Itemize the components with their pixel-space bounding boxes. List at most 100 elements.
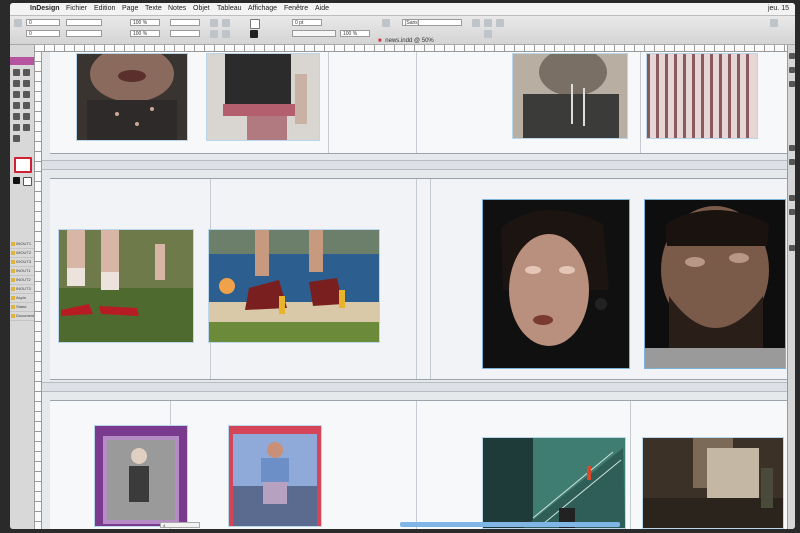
page-number-field[interactable]: 4 (160, 522, 200, 528)
align-right-icon[interactable] (496, 19, 504, 27)
pen-icon[interactable] (13, 80, 20, 87)
opacity-field[interactable]: 100 % (340, 30, 370, 37)
photo-drooling-man[interactable] (512, 53, 628, 139)
fill-swatch-icon[interactable] (250, 19, 260, 29)
menu-aide[interactable]: Aide (315, 3, 329, 15)
photo-striped-shirt[interactable] (646, 53, 758, 139)
pages-panel-icon[interactable] (789, 53, 795, 59)
hand-icon[interactable] (23, 124, 30, 131)
layer-row[interactable]: Statut (10, 303, 34, 312)
height-field[interactable] (66, 30, 102, 37)
rectangle-icon[interactable] (23, 102, 30, 109)
photo-burgundy-shoes-pool[interactable] (208, 229, 380, 343)
scissors-icon[interactable] (13, 113, 20, 120)
layer-row[interactable]: 06OUT1 (10, 240, 34, 249)
direct-selection-icon[interactable] (23, 69, 30, 76)
effects-icon[interactable] (382, 19, 390, 27)
document-title: news.indd @ 50% (385, 38, 434, 44)
flip-vertical-icon[interactable] (222, 30, 230, 38)
panel-menu-icon[interactable] (770, 19, 778, 27)
selection-icon[interactable] (13, 69, 20, 76)
links-panel-icon[interactable] (789, 81, 795, 87)
default-colors-icon[interactable] (13, 177, 20, 184)
shear-field[interactable] (170, 30, 200, 37)
photo-glitter-mouth[interactable] (76, 53, 188, 141)
menu-notes[interactable]: Notes (168, 3, 186, 15)
layers-panel-icon[interactable] (789, 67, 795, 73)
menu-affichage[interactable]: Affichage (248, 3, 277, 15)
reference-point-icon[interactable] (14, 19, 22, 27)
close-document-icon[interactable]: ■ (378, 38, 382, 44)
menu-page[interactable]: Page (122, 3, 138, 15)
pasteboard[interactable] (42, 52, 787, 529)
spread-3[interactable] (50, 400, 787, 529)
photo-sequin-top-pink-sash[interactable] (206, 53, 320, 141)
zoom-icon[interactable] (13, 135, 20, 142)
scale-x-field[interactable]: 100 % (130, 19, 160, 26)
pasteboard-gap (42, 382, 787, 392)
photo-denim-jacket-card[interactable] (228, 425, 322, 527)
stroke-type-field[interactable] (292, 30, 336, 37)
stroke-panel-icon[interactable] (789, 145, 795, 151)
swap-colors-icon[interactable] (23, 177, 32, 186)
rotate-icon[interactable] (23, 113, 30, 120)
y-field[interactable]: 0 (26, 30, 60, 37)
text-wrap-panel-icon[interactable] (789, 245, 795, 251)
rotation-field[interactable] (170, 19, 200, 26)
app-menu[interactable]: InDesign (30, 3, 60, 15)
photo-figure-purple-card[interactable] (94, 425, 188, 527)
gradient-icon[interactable] (13, 124, 20, 131)
type-icon[interactable] (23, 80, 30, 87)
vertical-ruler[interactable] (35, 52, 42, 529)
rotate-ccw-icon[interactable] (222, 19, 230, 27)
menu-tableau[interactable]: Tableau (217, 3, 242, 15)
photo-green-stairwell[interactable] (482, 437, 626, 529)
photo-bearded-man-closeup[interactable] (644, 199, 786, 369)
menu-fenetre[interactable]: Fenêtre (284, 3, 308, 15)
document-tab[interactable]: ■ news.indd @ 50% (378, 37, 448, 45)
photo-woman-face-image (483, 200, 629, 368)
fill-stroke-icon[interactable] (14, 157, 32, 173)
column-guide (328, 52, 329, 153)
object-style-field[interactable]: [Sans] (402, 19, 462, 26)
swatches-panel-icon[interactable] (789, 159, 795, 165)
rotate-cw-icon[interactable] (210, 19, 218, 27)
layer-row[interactable]: Aspin (10, 294, 34, 303)
paragraph-panel-icon[interactable] (789, 209, 795, 215)
menu-fichier[interactable]: Fichier (66, 3, 87, 15)
distribute-icon[interactable] (484, 30, 492, 38)
stroke-swatch-icon[interactable] (250, 30, 258, 38)
clock-status: jeu. 15 (767, 5, 789, 12)
spread-1[interactable] (50, 52, 787, 154)
layer-row[interactable]: INOUT1 (10, 267, 34, 276)
menu-edition[interactable]: Edition (94, 3, 115, 15)
photo-woman-face-closeup[interactable] (482, 199, 630, 369)
pencil-icon[interactable] (13, 91, 20, 98)
photo-red-heels-grass[interactable] (58, 229, 194, 343)
align-left-icon[interactable] (472, 19, 480, 27)
x-field[interactable]: 0 (26, 19, 60, 26)
layer-row[interactable]: 09OUT3 (10, 258, 34, 267)
width-field[interactable] (66, 19, 102, 26)
spine-guide (416, 401, 417, 529)
menu-objet[interactable]: Objet (193, 3, 210, 15)
tools-header (10, 57, 34, 65)
character-panel-icon[interactable] (789, 195, 795, 201)
menu-texte[interactable]: Texte (145, 3, 162, 15)
layer-row[interactable]: INOUT2 (10, 276, 34, 285)
horizontal-scrollbar[interactable] (400, 522, 620, 527)
scale-y-field[interactable]: 100 % (130, 30, 160, 37)
layers-panel: 06OUT1 08OUT2 09OUT3 INOUT1 INOUT2 INOUT… (10, 240, 34, 340)
line-icon[interactable] (23, 91, 30, 98)
align-center-icon[interactable] (484, 19, 492, 27)
layer-row[interactable]: Documents (10, 312, 34, 321)
spread-2[interactable] (50, 178, 787, 380)
horizontal-ruler[interactable] (35, 45, 795, 52)
layer-row[interactable]: INOUT3 (10, 285, 34, 294)
frame-icon[interactable] (13, 102, 20, 109)
layer-row[interactable]: 08OUT2 (10, 249, 34, 258)
photo-drooling-man-image (513, 54, 627, 138)
flip-horizontal-icon[interactable] (210, 30, 218, 38)
stroke-weight-field[interactable]: 0 pt (292, 19, 322, 26)
photo-dim-interior[interactable] (642, 437, 784, 529)
